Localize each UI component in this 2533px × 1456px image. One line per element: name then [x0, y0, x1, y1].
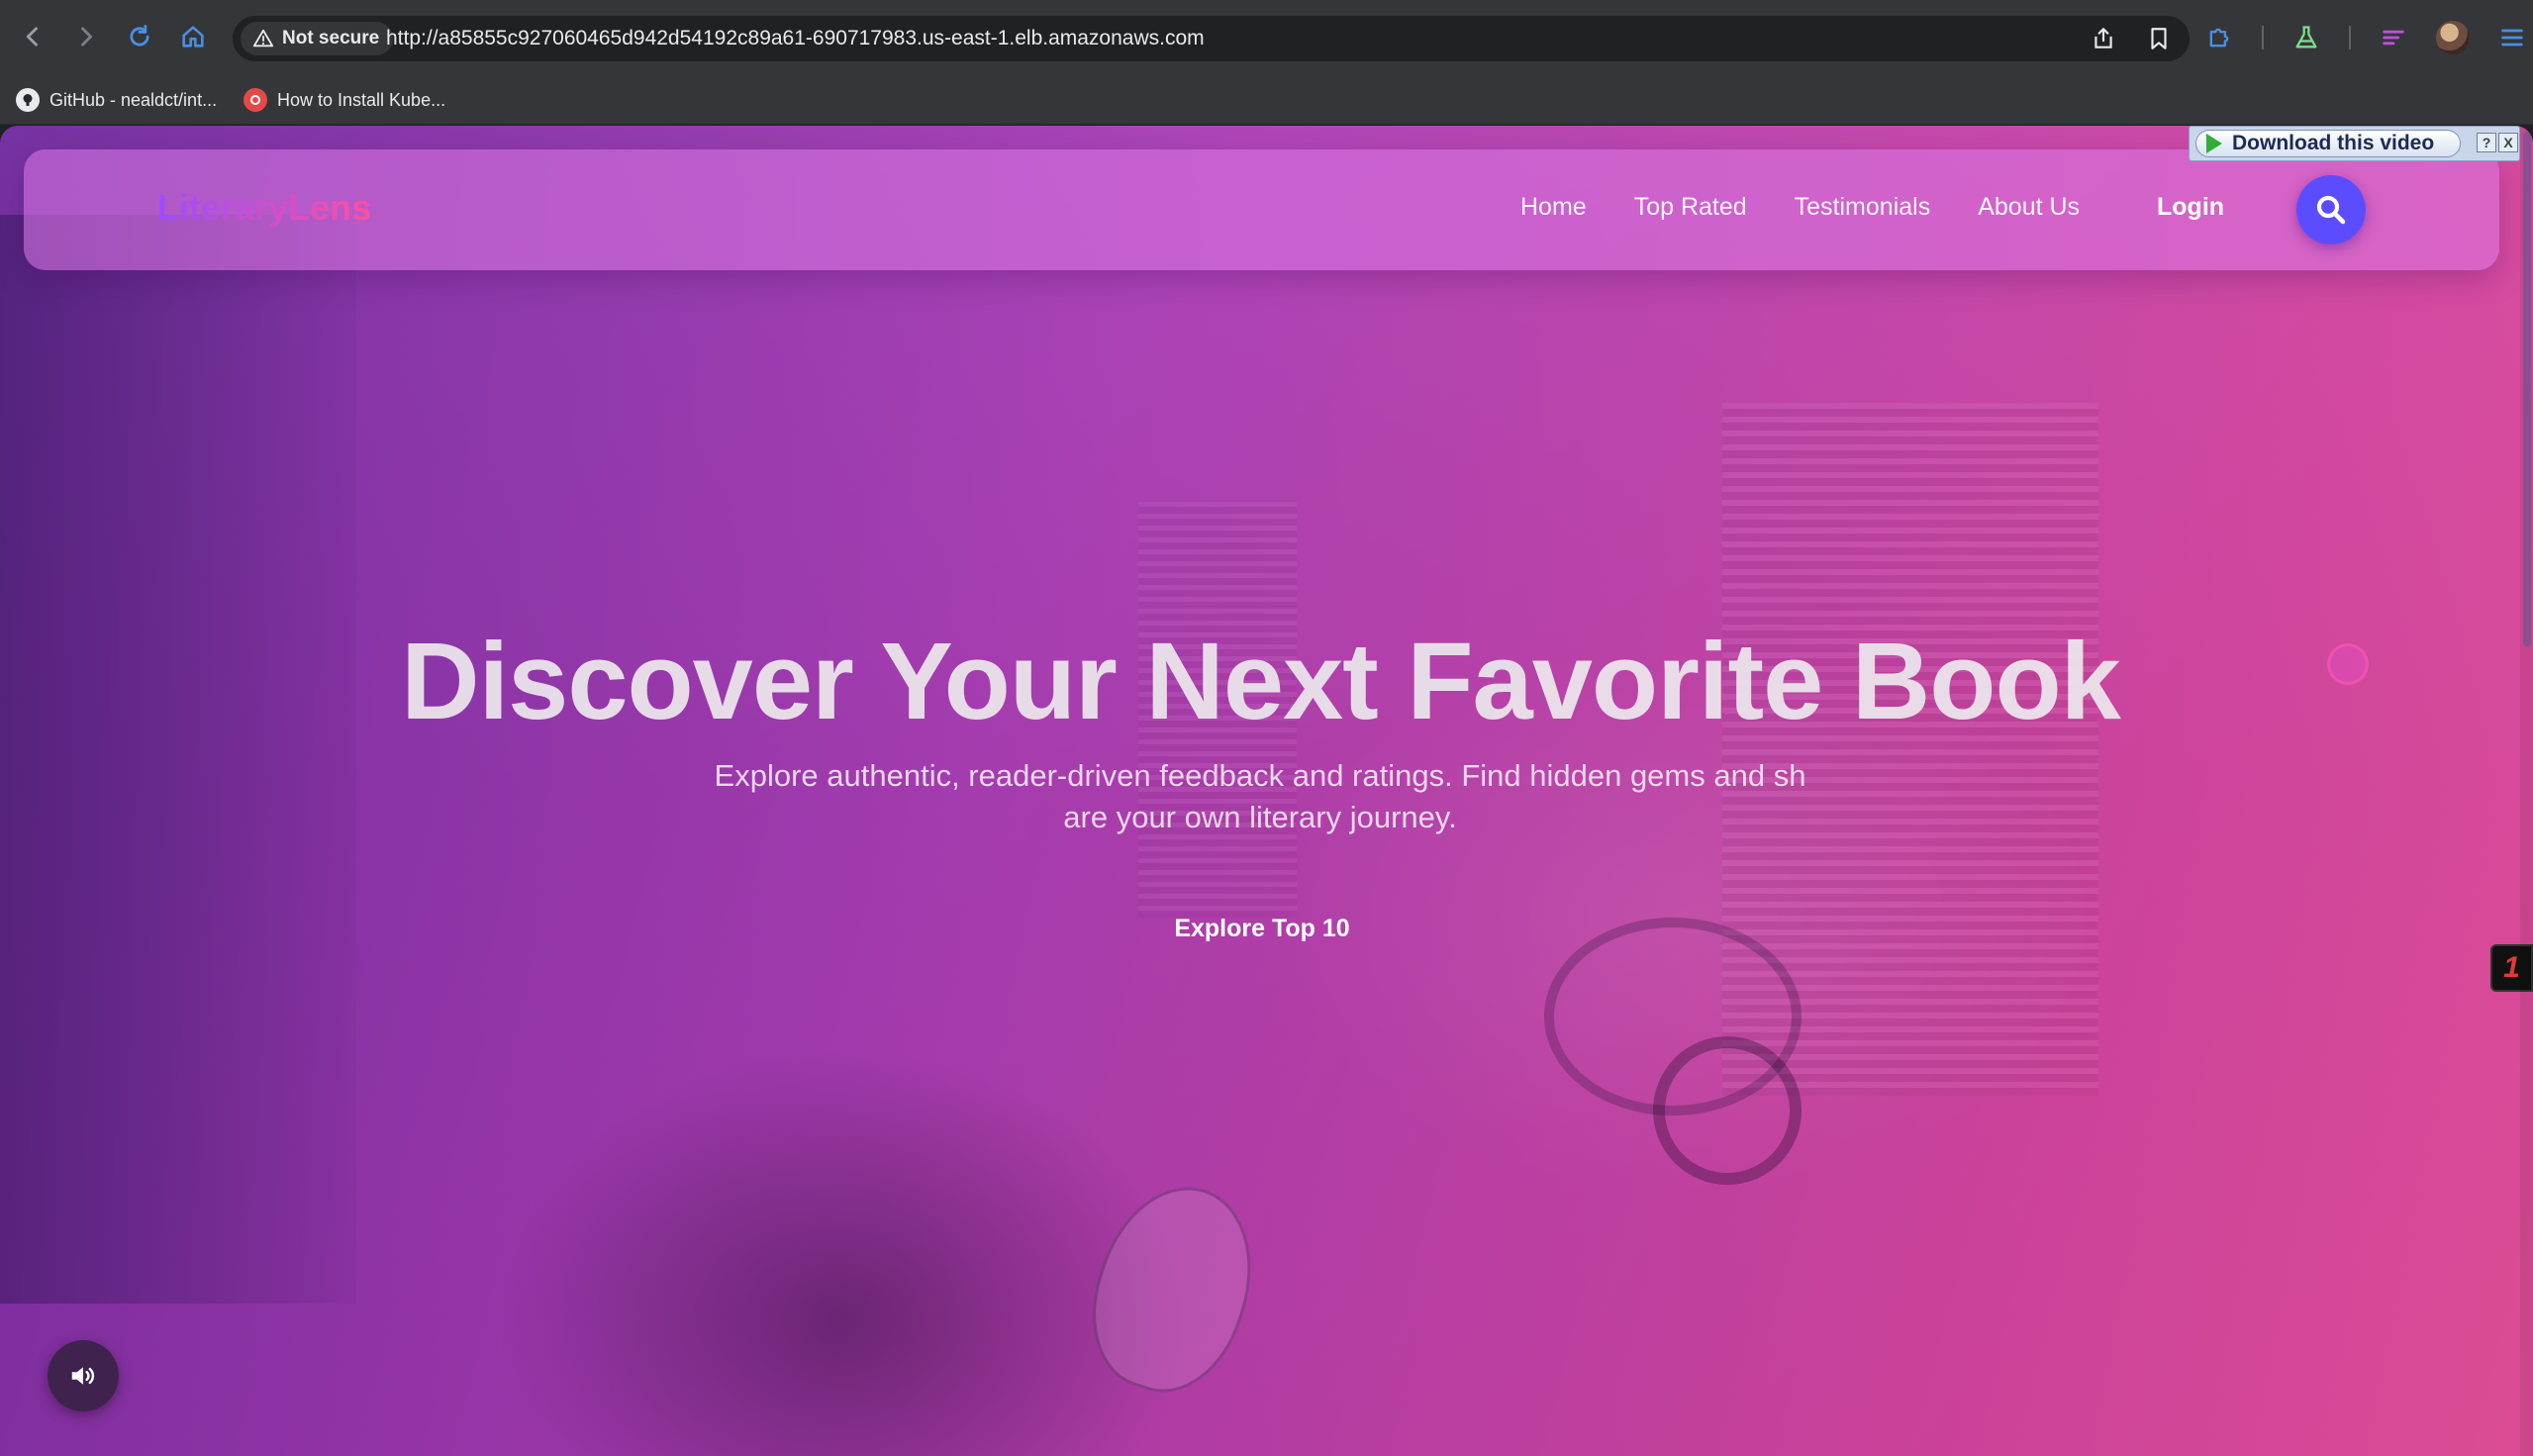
bookmark-label: GitHub - nealdct/int... — [49, 89, 218, 110]
cursor-highlight-circle — [2327, 643, 2369, 685]
search-button[interactable] — [2296, 175, 2366, 244]
explore-top-10-button[interactable]: Explore Top 10 — [1138, 902, 1386, 955]
bookmark-icon — [2151, 28, 2167, 49]
share-icon — [2095, 28, 2112, 49]
flask-icon — [2295, 26, 2317, 49]
menu-button[interactable] — [2495, 21, 2529, 54]
background-scene — [1653, 1036, 1802, 1185]
help-button[interactable]: ? — [2477, 133, 2496, 152]
hero-subtitle: Explore authentic, reader-driven feedbac… — [714, 758, 1806, 834]
url-text: http://a85855c927060465d942d54192c89a61-… — [386, 27, 1205, 49]
security-label: Not secure — [282, 28, 380, 49]
hero-title: Discover Your Next Favorite Book — [401, 621, 2121, 742]
kube-icon — [244, 88, 267, 112]
extensions-button[interactable] — [2202, 21, 2236, 54]
bookmark-button[interactable] — [2144, 24, 2174, 53]
login-button[interactable]: Login — [2157, 193, 2224, 222]
download-video-widget: Download this video ? X — [2189, 126, 2520, 161]
bookmark-kube[interactable]: How to Install Kube... — [244, 85, 445, 115]
background-scene — [0, 215, 356, 1304]
speaker-icon — [71, 1367, 95, 1385]
site-navbar: LiteraryLens Home Top Rated Testimonials… — [24, 149, 2499, 270]
nav-link-about-us[interactable]: About Us — [1978, 193, 2080, 222]
bookmark-label: How to Install Kube... — [277, 89, 446, 110]
search-icon — [2316, 195, 2346, 225]
scrollbar-thumb[interactable] — [2523, 132, 2531, 646]
reload-icon — [130, 25, 149, 47]
nav-link-testimonials[interactable]: Testimonials — [1795, 193, 1931, 222]
avatar — [2436, 21, 2470, 54]
nav-links: Home Top Rated Testimonials About Us — [1520, 193, 2080, 222]
toolbar-separator — [2262, 26, 2264, 49]
nav-link-home[interactable]: Home — [1520, 193, 1587, 222]
profile-button[interactable] — [2436, 21, 2470, 54]
warning-icon — [252, 29, 274, 48]
labs-button[interactable] — [2289, 21, 2323, 54]
list-icon — [2383, 30, 2404, 46]
address-bar[interactable]: Not secure http://a85855c927060465d942d5… — [233, 16, 2190, 61]
security-chip[interactable]: Not secure — [241, 22, 394, 55]
back-arrow-icon — [26, 27, 38, 47]
extensions-area — [2202, 20, 2529, 55]
github-icon — [16, 88, 40, 112]
download-video-button[interactable]: Download this video — [2195, 130, 2461, 157]
close-button[interactable]: X — [2498, 133, 2518, 152]
side-widget-label: 1 — [2503, 951, 2520, 984]
download-video-label: Download this video — [2232, 132, 2435, 154]
reload-button[interactable] — [125, 22, 154, 51]
site-logo[interactable]: LiteraryLens — [157, 187, 371, 229]
reading-list-button[interactable] — [2377, 21, 2410, 54]
bookmark-github[interactable]: GitHub - nealdct/int... — [16, 85, 217, 115]
browser-toolbar-controls: Not secure http://a85855c927060465d942d5… — [0, 0, 2533, 75]
play-icon — [2206, 134, 2222, 153]
sound-toggle-button[interactable] — [48, 1340, 119, 1411]
share-button[interactable] — [2089, 24, 2118, 53]
home-button[interactable] — [178, 22, 208, 51]
bookmarks-bar: GitHub - nealdct/int... How to Install K… — [0, 75, 2533, 125]
page-viewport: LiteraryLens Home Top Rated Testimonials… — [0, 126, 2533, 1456]
forward-button[interactable] — [71, 22, 101, 51]
background-scene — [495, 1046, 1188, 1456]
puzzle-icon — [2209, 28, 2229, 48]
nav-link-top-rated[interactable]: Top Rated — [1634, 193, 1747, 222]
toolbar-separator — [2349, 26, 2351, 49]
forward-arrow-icon — [81, 27, 93, 47]
hamburger-menu-icon — [2501, 29, 2523, 47]
home-icon — [182, 26, 204, 48]
back-button[interactable] — [18, 22, 48, 51]
